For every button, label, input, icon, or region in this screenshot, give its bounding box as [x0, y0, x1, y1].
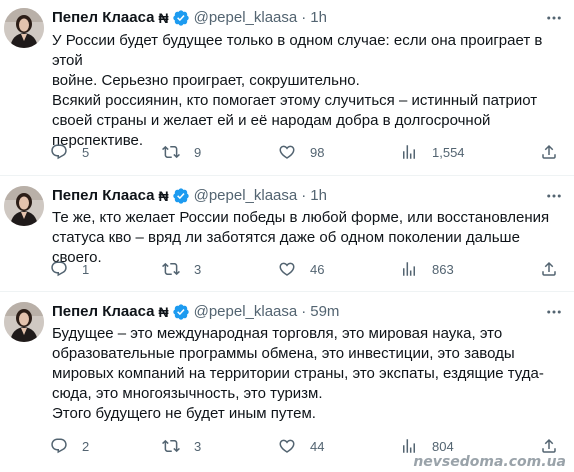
retweet-icon [162, 262, 180, 276]
timestamp[interactable]: 1h [310, 186, 327, 206]
tweet-text-line: сюда, это многоязычность, это туризм. [52, 385, 323, 402]
tweet-header: Пепел Клааса ₦ @pepel_klaasa · 59m [52, 302, 339, 322]
tweet-text-line: Всякий россиянин, кто помогает этому слу… [52, 92, 538, 109]
tweet-text-line: мировых компаний на территории страны, э… [52, 365, 544, 382]
like-icon [279, 262, 295, 276]
author-name[interactable]: Пепел Клааса [52, 186, 154, 206]
timestamp[interactable]: 1h [310, 8, 327, 28]
verified-badge-icon [172, 10, 189, 26]
verified-badge-icon [172, 188, 189, 204]
timestamp[interactable]: 59m [310, 302, 339, 322]
tweet-text-line: Те же, кто желает России победы в любой … [52, 209, 550, 226]
author-handle[interactable]: @pepel_klaasa [194, 186, 298, 206]
tweet-actions: 1 3 46 863 [48, 257, 568, 281]
like-count: 46 [310, 261, 325, 277]
reply-count: 2 [82, 438, 90, 454]
reply-count: 1 [82, 261, 90, 277]
more-options-button[interactable] [544, 8, 564, 28]
share-icon [542, 144, 556, 159]
views-button[interactable]: 863 [400, 257, 454, 281]
share-icon [542, 438, 556, 453]
separator-dot: · [301, 9, 307, 26]
tweet-header: Пепел Клааса ₦ @pepel_klaasa · 1h [52, 8, 327, 28]
like-icon [279, 145, 295, 159]
author-name[interactable]: Пепел Клааса [52, 8, 154, 28]
tweet-text: У России будет будущее только в одном сл… [52, 31, 567, 151]
tweet-text-line: Этого будущего не будет иным путем. [52, 405, 316, 422]
avatar[interactable] [4, 186, 44, 226]
like-count: 44 [310, 438, 325, 454]
like-button[interactable]: 44 [278, 434, 324, 458]
views-count: 1,554 [432, 144, 465, 160]
views-button[interactable]: 1,554 [400, 140, 465, 164]
reply-icon [51, 438, 67, 454]
tweet-text-line: своей страны и желает ей и её народам до… [52, 112, 491, 129]
more-options-button[interactable] [544, 302, 564, 322]
separator-dot: · [301, 303, 307, 320]
share-button[interactable] [540, 140, 558, 164]
reply-button[interactable]: 1 [50, 257, 89, 281]
name-flag: ₦ [158, 304, 169, 320]
retweet-button[interactable]: 3 [162, 257, 201, 281]
avatar[interactable] [4, 8, 44, 48]
tweet-header: Пепел Клааса ₦ @pepel_klaasa · 1h [52, 186, 327, 206]
watermark: nevsedoma.com.ua [413, 454, 566, 470]
avatar[interactable] [4, 302, 44, 342]
like-count: 98 [310, 144, 325, 160]
more-options-icon [547, 194, 561, 198]
verified-badge-icon [172, 304, 189, 320]
tweet-actions: 5 9 98 1,554 [48, 140, 568, 164]
retweet-icon [162, 439, 180, 453]
more-options-button[interactable] [544, 186, 564, 206]
like-button[interactable]: 46 [278, 257, 324, 281]
reply-icon [51, 144, 67, 160]
tweet-text-line: Будущее – это международная торговля, эт… [52, 325, 503, 342]
name-flag: ₦ [158, 188, 169, 204]
reply-button[interactable]: 2 [50, 434, 89, 458]
retweet-button[interactable]: 3 [162, 434, 201, 458]
reply-button[interactable]: 5 [50, 140, 89, 164]
views-count: 804 [432, 438, 454, 454]
share-button[interactable] [540, 257, 558, 281]
views-icon [403, 145, 415, 159]
tweet-text-line: У России будет будущее только в одном сл… [52, 32, 543, 69]
retweet-count: 9 [194, 144, 202, 160]
tweet-text-line: образовательные программы обмена, это ин… [52, 345, 515, 362]
retweet-count: 3 [194, 438, 202, 454]
views-icon [403, 439, 415, 453]
views-icon [403, 262, 415, 276]
name-flag: ₦ [158, 10, 169, 26]
author-name[interactable]: Пепел Клааса [52, 302, 154, 322]
tweet-text: Будущее – это международная торговля, эт… [52, 324, 567, 424]
views-count: 863 [432, 261, 454, 277]
retweet-button[interactable]: 9 [162, 140, 201, 164]
retweet-icon [162, 145, 180, 159]
separator-dot: · [301, 187, 307, 204]
more-options-icon [547, 16, 561, 20]
more-options-icon [547, 310, 561, 314]
reply-icon [51, 261, 67, 277]
like-button[interactable]: 98 [278, 140, 324, 164]
like-icon [279, 439, 295, 453]
share-icon [542, 261, 556, 276]
author-handle[interactable]: @pepel_klaasa [194, 302, 298, 322]
author-handle[interactable]: @pepel_klaasa [194, 8, 298, 28]
retweet-count: 3 [194, 261, 202, 277]
reply-count: 5 [82, 144, 90, 160]
tweet-text-line: войне. Серьезно проиграет, сокрушительно… [52, 72, 360, 89]
